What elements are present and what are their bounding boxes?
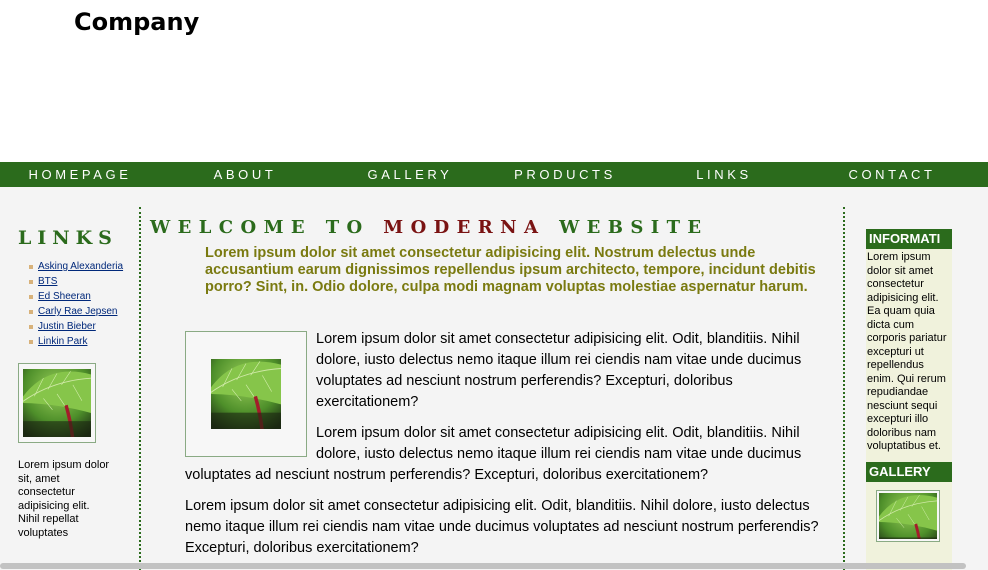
nav-links[interactable]: LINKS [640, 162, 808, 187]
nav-about[interactable]: ABOUT [160, 162, 330, 187]
nav-products[interactable]: PRODUCTS [490, 162, 640, 187]
site-header: Company [0, 0, 988, 162]
sidebar-text: Lorem ipsum dolor sit, amet consectetur … [18, 459, 110, 539]
link-carly-rae-jepsen[interactable]: Carly Rae Jepsen [38, 306, 117, 317]
links-list: Asking Alexanderia BTS Ed Sheeran Carly … [18, 261, 128, 348]
sidebar-image-frame [18, 363, 96, 443]
list-item: Justin Bieber [29, 321, 128, 333]
welcome-text-brand: MODERNA [383, 217, 546, 238]
link-ed-sheeran[interactable]: Ed Sheeran [38, 291, 91, 302]
leaf-image [211, 359, 281, 429]
main-nav: HOMEPAGE ABOUT GALLERY PRODUCTS LINKS CO… [0, 162, 988, 187]
gallery-heading: GALLERY [866, 461, 952, 482]
links-heading: LINKS [18, 227, 118, 249]
right-sidebar: INFORMATI Lorem ipsum dolor sit amet con… [866, 229, 952, 570]
link-asking-alexanderia[interactable]: Asking Alexanderia [38, 261, 123, 272]
lead-paragraph: Lorem ipsum dolor sit amet consectetur a… [205, 245, 816, 295]
list-item: Linkin Park [29, 336, 128, 348]
information-heading: INFORMATI [866, 229, 952, 249]
horizontal-scrollbar[interactable] [0, 563, 966, 569]
list-item: Ed Sheeran [29, 291, 128, 303]
welcome-text-start: WELCOME TO [150, 217, 370, 238]
information-text: Lorem ipsum dolor sit amet consectetur a… [867, 251, 947, 452]
list-item: Asking Alexanderia [29, 261, 128, 273]
nav-contact[interactable]: CONTACT [808, 162, 976, 187]
gallery-image-frame[interactable] [876, 489, 940, 542]
left-divider [139, 207, 141, 570]
link-linkin-park[interactable]: Linkin Park [38, 336, 87, 347]
list-item: BTS [29, 276, 128, 288]
link-justin-bieber[interactable]: Justin Bieber [38, 321, 96, 332]
nav-home[interactable]: HOMEPAGE [0, 162, 160, 187]
welcome-heading: WELCOME TO MODERNA WEBSITE [150, 217, 840, 239]
left-sidebar: LINKS Asking Alexanderia BTS Ed Sheeran … [18, 187, 128, 540]
body-text: Lorem ipsum dolor sit amet consectetur a… [185, 329, 835, 569]
main-column: WELCOME TO MODERNA WEBSITE Lorem ipsum d… [150, 187, 840, 556]
paragraph-3: Lorem ipsum dolor sit amet consectetur a… [185, 498, 819, 556]
leaf-image [23, 369, 91, 437]
link-bts[interactable]: BTS [38, 276, 57, 287]
welcome-text-end: WEBSITE [559, 217, 709, 238]
leaf-image [879, 493, 937, 539]
list-item: Carly Rae Jepsen [29, 306, 128, 318]
site-logo[interactable]: Company [74, 8, 199, 36]
content-area: LINKS Asking Alexanderia BTS Ed Sheeran … [0, 187, 988, 570]
right-divider [843, 207, 845, 570]
article-image-frame [185, 331, 307, 457]
nav-gallery[interactable]: GALLERY [330, 162, 490, 187]
